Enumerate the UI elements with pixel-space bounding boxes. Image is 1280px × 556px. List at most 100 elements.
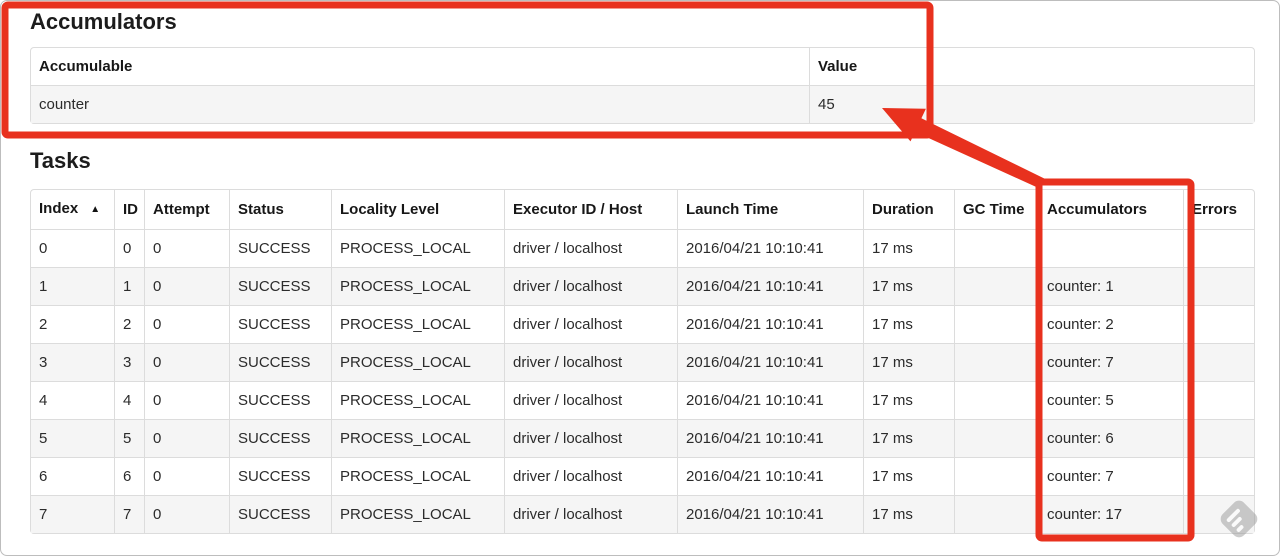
task-duration-cell: 17 ms [863,381,954,419]
task-gc-time-cell [954,229,1038,267]
tasks-header-index-label: Index [39,200,79,217]
task-errors-cell [1183,457,1254,495]
tasks-table-header-row: Index ▲ ID Attempt Status Locality Level … [31,190,1254,229]
task-launch-time-cell: 2016/04/21 10:10:41 [677,495,863,533]
task-errors-cell [1183,381,1254,419]
task-id-cell: 5 [114,419,144,457]
task-gc-time-cell [954,495,1038,533]
task-accumulators-cell: counter: 7 [1038,457,1183,495]
task-gc-time-cell [954,381,1038,419]
task-launch-time-cell: 2016/04/21 10:10:41 [677,419,863,457]
tasks-header-executor-id-host[interactable]: Executor ID / Host [504,190,677,229]
tasks-header-status[interactable]: Status [229,190,331,229]
task-locality-level-cell: PROCESS_LOCAL [331,267,504,305]
accumulators-table: Accumulable Value counter 45 [30,47,1255,124]
task-gc-time-cell [954,343,1038,381]
spark-stage-detail-page: Accumulators Accumulable Value counter 4… [0,0,1280,556]
task-duration-cell: 17 ms [863,343,954,381]
task-accumulators-cell [1038,229,1183,267]
tasks-header-attempt[interactable]: Attempt [144,190,229,229]
task-duration-cell: 17 ms [863,495,954,533]
task-launch-time-cell: 2016/04/21 10:10:41 [677,267,863,305]
task-index-cell: 4 [31,381,114,419]
table-row: 0 0 0 SUCCESS PROCESS_LOCAL driver / loc… [31,229,1254,267]
task-launch-time-cell: 2016/04/21 10:10:41 [677,229,863,267]
task-executor-id-host-cell: driver / localhost [504,457,677,495]
task-errors-cell [1183,305,1254,343]
task-index-cell: 6 [31,457,114,495]
task-id-cell: 3 [114,343,144,381]
task-locality-level-cell: PROCESS_LOCAL [331,457,504,495]
task-gc-time-cell [954,419,1038,457]
task-locality-level-cell: PROCESS_LOCAL [331,343,504,381]
task-index-cell: 1 [31,267,114,305]
tasks-header-id[interactable]: ID [114,190,144,229]
task-duration-cell: 17 ms [863,267,954,305]
task-id-cell: 0 [114,229,144,267]
task-executor-id-host-cell: driver / localhost [504,495,677,533]
tasks-header-launch-time[interactable]: Launch Time [677,190,863,229]
table-row: 6 6 0 SUCCESS PROCESS_LOCAL driver / loc… [31,457,1254,495]
task-attempt-cell: 0 [144,419,229,457]
task-attempt-cell: 0 [144,495,229,533]
task-id-cell: 2 [114,305,144,343]
task-locality-level-cell: PROCESS_LOCAL [331,305,504,343]
task-executor-id-host-cell: driver / localhost [504,267,677,305]
tasks-header-errors[interactable]: Errors [1183,190,1254,229]
task-id-cell: 4 [114,381,144,419]
task-executor-id-host-cell: driver / localhost [504,419,677,457]
task-gc-time-cell [954,305,1038,343]
table-row: 5 5 0 SUCCESS PROCESS_LOCAL driver / loc… [31,419,1254,457]
task-locality-level-cell: PROCESS_LOCAL [331,495,504,533]
tasks-header-index[interactable]: Index ▲ [31,190,114,229]
task-launch-time-cell: 2016/04/21 10:10:41 [677,343,863,381]
task-locality-level-cell: PROCESS_LOCAL [331,381,504,419]
annotation-watermark-icon [1220,500,1258,538]
task-index-cell: 7 [31,495,114,533]
tasks-section: Tasks Index ▲ ID Attempt Status Locality… [30,148,1255,534]
sort-ascending-icon: ▲ [90,204,101,215]
task-duration-cell: 17 ms [863,419,954,457]
task-status-cell: SUCCESS [229,305,331,343]
task-index-cell: 5 [31,419,114,457]
task-duration-cell: 17 ms [863,457,954,495]
task-id-cell: 6 [114,457,144,495]
task-launch-time-cell: 2016/04/21 10:10:41 [677,381,863,419]
task-errors-cell [1183,267,1254,305]
task-status-cell: SUCCESS [229,457,331,495]
task-launch-time-cell: 2016/04/21 10:10:41 [677,457,863,495]
table-row: 4 4 0 SUCCESS PROCESS_LOCAL driver / loc… [31,381,1254,419]
task-attempt-cell: 0 [144,457,229,495]
accumulable-column-header[interactable]: Accumulable [31,48,809,85]
task-status-cell: SUCCESS [229,419,331,457]
task-attempt-cell: 0 [144,343,229,381]
task-locality-level-cell: PROCESS_LOCAL [331,419,504,457]
task-id-cell: 7 [114,495,144,533]
tasks-header-duration[interactable]: Duration [863,190,954,229]
page-content: Accumulators Accumulable Value counter 4… [1,1,1279,534]
accumulable-value-cell: 45 [809,85,1254,123]
task-errors-cell [1183,419,1254,457]
task-id-cell: 1 [114,267,144,305]
task-launch-time-cell: 2016/04/21 10:10:41 [677,305,863,343]
tasks-table: Index ▲ ID Attempt Status Locality Level … [30,189,1255,534]
accumulators-table-header-row: Accumulable Value [31,48,1254,85]
task-status-cell: SUCCESS [229,343,331,381]
tasks-header-locality-level[interactable]: Locality Level [331,190,504,229]
task-accumulators-cell: counter: 5 [1038,381,1183,419]
task-status-cell: SUCCESS [229,267,331,305]
value-column-header[interactable]: Value [809,48,1254,85]
task-gc-time-cell [954,457,1038,495]
task-executor-id-host-cell: driver / localhost [504,381,677,419]
accumulators-heading: Accumulators [30,9,177,34]
tasks-header-gc-time[interactable]: GC Time [954,190,1038,229]
task-accumulators-cell: counter: 7 [1038,343,1183,381]
task-index-cell: 2 [31,305,114,343]
task-accumulators-cell: counter: 2 [1038,305,1183,343]
task-executor-id-host-cell: driver / localhost [504,343,677,381]
accumulable-name-cell: counter [31,85,809,123]
accumulators-section: Accumulators Accumulable Value counter 4… [30,9,1255,124]
table-row: 7 7 0 SUCCESS PROCESS_LOCAL driver / loc… [31,495,1254,533]
tasks-header-accumulators[interactable]: Accumulators [1038,190,1183,229]
task-attempt-cell: 0 [144,229,229,267]
